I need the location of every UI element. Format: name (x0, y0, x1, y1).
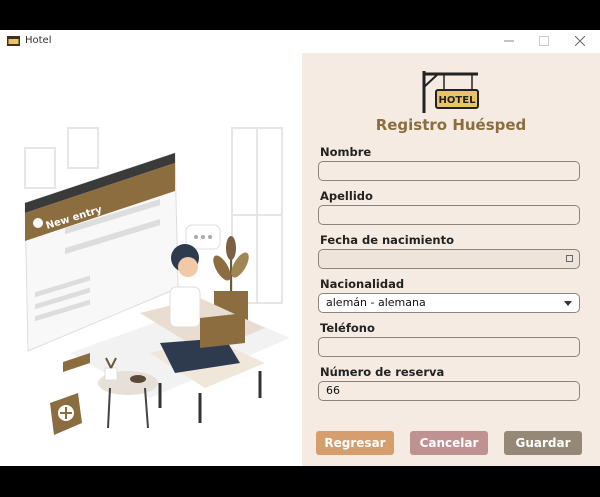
cancelar-button[interactable]: Cancelar (410, 431, 488, 455)
nacionalidad-value: alemán - alemana (326, 296, 426, 309)
telefono-label: Teléfono (320, 321, 375, 335)
calendar-icon[interactable] (566, 255, 573, 262)
fecha-nacimiento-input[interactable] (318, 249, 580, 269)
guardar-button[interactable]: Guardar (504, 431, 582, 455)
telefono-input[interactable] (318, 337, 580, 357)
numero-reserva-input[interactable]: 66 (318, 381, 580, 401)
hotel-sign-icon: HOTEL (422, 71, 479, 113)
maximize-icon (539, 36, 549, 46)
apellido-input[interactable] (318, 205, 580, 225)
window-title: Hotel (25, 35, 52, 46)
minimize-button[interactable] (497, 32, 521, 50)
svg-text:HOTEL: HOTEL (439, 95, 477, 106)
nombre-input[interactable] (318, 161, 580, 181)
nacionalidad-select[interactable]: alemán - alemana (318, 293, 580, 313)
title-bar: Hotel (0, 30, 600, 53)
hotel-illustration: New entry (24, 127, 290, 435)
fecha-nacimiento-label: Fecha de nacimiento (320, 233, 455, 247)
plus-box-illustration (50, 393, 82, 435)
close-button[interactable] (568, 32, 592, 50)
registration-form-panel: HOTEL Registro Huésped Nombre Apellido F… (302, 53, 600, 466)
regresar-button[interactable]: Regresar (316, 431, 394, 455)
maximize-button[interactable] (532, 32, 556, 50)
illustration-panel: New entry (0, 53, 302, 466)
minimize-icon (504, 40, 514, 42)
numero-reserva-label: Número de reserva (320, 365, 445, 379)
chevron-down-icon[interactable] (564, 301, 572, 306)
apellido-label: Apellido (320, 189, 373, 203)
hotel-app-icon (7, 36, 20, 46)
form-title: Registro Huésped (375, 116, 527, 134)
nombre-label: Nombre (320, 145, 372, 159)
close-icon (575, 36, 585, 46)
nacionalidad-label: Nacionalidad (320, 277, 405, 291)
app-window: Hotel New entry HOTEL Registro Huésped N… (0, 30, 600, 466)
